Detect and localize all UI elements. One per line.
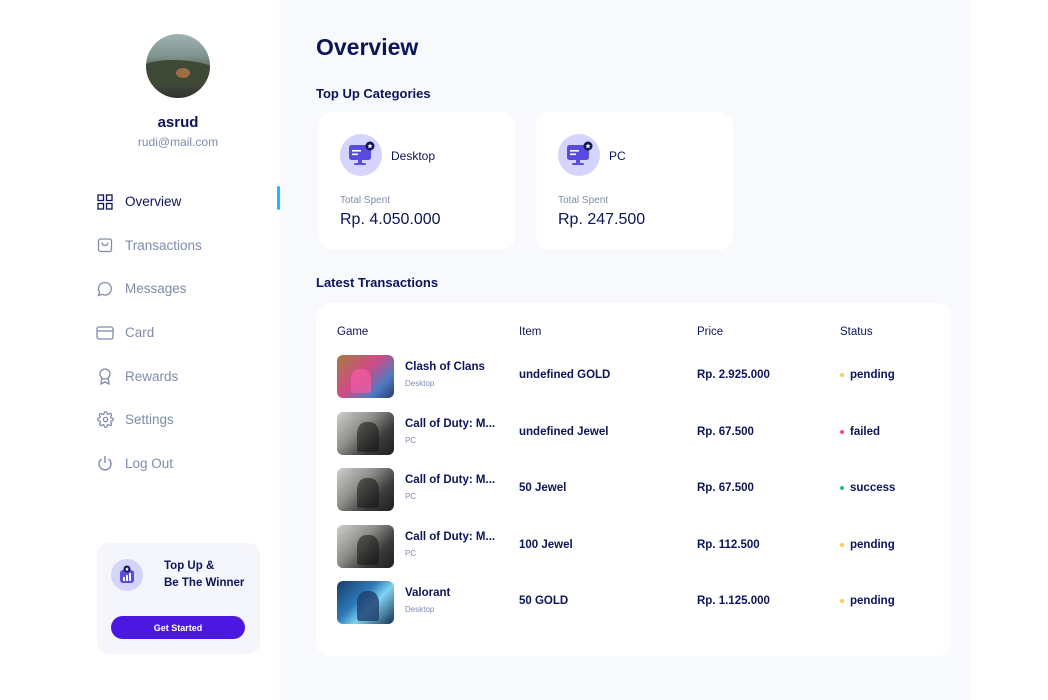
power-icon: [96, 454, 114, 472]
item-cell: 100 Jewel: [519, 538, 573, 551]
status-text: success: [850, 482, 896, 494]
transactions-table: Game Item Price Status Clash of Clans De…: [316, 303, 951, 656]
sidebar-item-messages[interactable]: Messages: [96, 267, 280, 311]
item-cell: 50 Jewel: [519, 482, 567, 494]
game-platform: PC: [405, 548, 417, 558]
promo-text: Top Up & Be The Winner: [164, 558, 244, 592]
avatar[interactable]: [146, 34, 210, 98]
status-text: pending: [850, 369, 895, 381]
status-badge: success: [840, 482, 895, 494]
main-content: Overview Top Up Categories Desktop Total…: [280, 0, 970, 700]
price-cell: Rp. 67.500: [697, 482, 754, 494]
card-icon: [96, 324, 114, 342]
category-name: PC: [609, 149, 626, 163]
column-header-game: Game: [337, 326, 369, 338]
sidebar-item-label: Rewards: [125, 368, 179, 384]
game-platform: Desktop: [405, 605, 435, 614]
table-row[interactable]: Call of Duty: M... PC 50 Jewel Rp. 67.50…: [316, 468, 951, 512]
game-name: Valorant: [405, 587, 451, 599]
sidebar-nav: Overview Transactions Messages Card Rewa…: [96, 180, 280, 485]
status-dot-failed: [840, 429, 844, 434]
promo-card: Top Up & Be The Winner Get Started: [97, 543, 260, 654]
category-name: Desktop: [391, 149, 436, 163]
award-icon: [96, 367, 114, 385]
get-started-button[interactable]: Get Started: [111, 616, 245, 639]
category-value: Rp. 247.500: [558, 211, 646, 228]
category-label: Total Spent: [340, 195, 391, 206]
game-platform: Desktop: [405, 379, 435, 388]
item-cell: undefined Jewel: [519, 425, 609, 438]
monitor-icon: [340, 134, 382, 176]
grid-icon: [96, 193, 114, 211]
item-cell: 50 GOLD: [519, 595, 569, 607]
game-thumbnail: [337, 355, 394, 398]
status-badge: pending: [840, 369, 895, 381]
game-name: Call of Duty: M...: [405, 417, 496, 430]
sidebar-item-label: Settings: [125, 412, 174, 428]
sidebar-item-logout[interactable]: Log Out: [96, 442, 280, 486]
sidebar-item-label: Messages: [125, 281, 187, 297]
game-platform: PC: [405, 435, 417, 445]
status-dot-pending: [840, 542, 844, 547]
sidebar-item-rewards[interactable]: Rewards: [96, 354, 280, 398]
status-badge: pending: [840, 595, 895, 607]
transactions-title: Latest Transactions: [316, 275, 439, 290]
status-dot-pending: [840, 373, 844, 377]
item-cell: undefined GOLD: [519, 369, 611, 381]
game-name: Clash of Clans: [405, 361, 485, 373]
promo-line-2: Be The Winner: [164, 577, 245, 589]
status-text: pending: [850, 595, 895, 607]
column-header-item: Item: [519, 326, 542, 338]
game-thumbnail: [337, 411, 394, 455]
category-card-pc[interactable]: PC Total Spent Rp. 247.500: [536, 112, 733, 250]
game-thumbnail: [337, 581, 394, 624]
trophy-chart-icon: [111, 559, 143, 591]
status-text: failed: [850, 425, 881, 438]
chat-icon: [96, 280, 114, 298]
game-thumbnail: [337, 524, 394, 568]
game-name: Call of Duty: M...: [405, 474, 496, 486]
category-label: Total Spent: [558, 195, 609, 206]
sidebar: asrud rudi@mail.com Overview Transaction…: [0, 0, 280, 700]
table-row[interactable]: Call of Duty: M... PC undefined Jewel Rp…: [316, 411, 951, 456]
price-cell: Rp. 67.500: [697, 425, 754, 438]
sidebar-item-label: Transactions: [125, 237, 202, 253]
column-header-status: Status: [840, 326, 873, 338]
bag-icon: [96, 236, 114, 254]
monitor-icon: [558, 134, 600, 176]
sidebar-item-settings[interactable]: Settings: [96, 398, 280, 442]
page-title: Overview: [316, 34, 419, 60]
table-row[interactable]: Call of Duty: M... PC 100 Jewel Rp. 112.…: [316, 524, 951, 569]
sidebar-item-label: Log Out: [125, 455, 174, 471]
game-thumbnail: [337, 468, 394, 511]
status-dot-pending: [840, 599, 844, 603]
sidebar-item-card[interactable]: Card: [96, 311, 280, 355]
price-cell: Rp. 112.500: [697, 538, 760, 551]
sidebar-item-transactions[interactable]: Transactions: [96, 224, 280, 268]
table-row[interactable]: Clash of Clans Desktop undefined GOLD Rp…: [316, 355, 951, 399]
status-dot-success: [840, 486, 844, 490]
price-cell: Rp. 2.925.000: [697, 369, 770, 381]
game-name: Call of Duty: M...: [405, 530, 496, 543]
sidebar-item-overview[interactable]: Overview: [96, 180, 280, 224]
game-platform: PC: [405, 492, 417, 501]
sidebar-item-label: Overview: [125, 194, 182, 210]
status-text: pending: [850, 538, 895, 551]
category-value: Rp. 4.050.000: [340, 211, 441, 228]
gear-icon: [96, 411, 114, 429]
table-row[interactable]: Valorant Desktop 50 GOLD Rp. 1.125.000 p…: [316, 581, 951, 625]
avatar-sunlight: [176, 68, 190, 78]
column-header-price: Price: [697, 326, 724, 338]
price-cell: Rp. 1.125.000: [697, 595, 770, 607]
sidebar-item-label: Card: [125, 325, 155, 341]
categories-title: Top Up Categories: [316, 86, 431, 101]
status-badge: pending: [840, 539, 895, 551]
status-badge: failed: [840, 426, 880, 438]
promo-line-1: Top Up &: [164, 560, 215, 572]
category-card-desktop[interactable]: Desktop Total Spent Rp. 4.050.000: [318, 112, 515, 250]
